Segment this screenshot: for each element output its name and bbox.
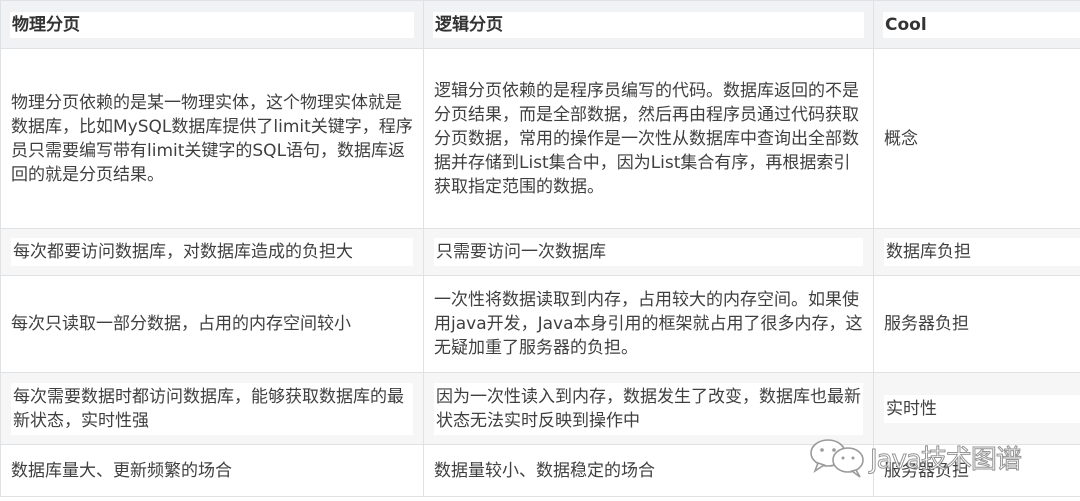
table-header-row: 物理分页 逻辑分页 Cool <box>0 0 1080 49</box>
table-row: 每次需要数据时都访问数据库，能够获取数据库的最新状态，实时性强 因为一次性读入到… <box>0 372 1080 445</box>
cell-aspect: 服务器负担 <box>873 275 1080 373</box>
table-row: 数据库量大、更新频繁的场合 数据量较小、数据稳定的场合 服务器负担 <box>0 444 1080 497</box>
cell-aspect: 数据库负担 <box>873 228 1080 276</box>
pagination-comparison-table: 物理分页 逻辑分页 Cool 物理分页依赖的是某一物理实体，这个物理实体就是数据… <box>0 0 1080 497</box>
cell-logical: 逻辑分页依赖的是程序员编写的代码。数据库返回的不是分页结果，而是全部数据，然后再… <box>423 48 874 229</box>
cell-aspect: 服务器负担 <box>873 444 1080 497</box>
cell-physical: 数据库量大、更新频繁的场合 <box>0 444 424 497</box>
cell-physical: 每次需要数据时都访问数据库，能够获取数据库的最新状态，实时性强 <box>0 372 424 445</box>
table-row: 每次都要访问数据库，对数据库造成的负担大 只需要访问一次数据库 数据库负担 <box>0 228 1080 276</box>
header-logical-pagination: 逻辑分页 <box>423 0 874 49</box>
cell-physical: 物理分页依赖的是某一物理实体，这个物理实体就是数据库，比如MySQL数据库提供了… <box>0 48 424 229</box>
cell-physical: 每次都要访问数据库，对数据库造成的负担大 <box>0 228 424 276</box>
cell-logical: 一次性将数据读取到内存，占用较大的内存空间。如果使用java开发，Java本身引… <box>423 275 874 373</box>
cell-logical: 只需要访问一次数据库 <box>423 228 874 276</box>
header-aspect: Cool <box>873 0 1080 49</box>
table-row: 每次只读取一部分数据，占用的内存空间较小 一次性将数据读取到内存，占用较大的内存… <box>0 275 1080 373</box>
cell-logical: 数据量较小、数据稳定的场合 <box>423 444 874 497</box>
header-physical-pagination: 物理分页 <box>0 0 424 49</box>
table-row: 物理分页依赖的是某一物理实体，这个物理实体就是数据库，比如MySQL数据库提供了… <box>0 48 1080 229</box>
cell-physical: 每次只读取一部分数据，占用的内存空间较小 <box>0 275 424 373</box>
cell-aspect: 概念 <box>873 48 1080 229</box>
cell-aspect: 实时性 <box>873 372 1080 445</box>
cell-logical: 因为一次性读入到内存，数据发生了改变，数据库也最新状态无法实时反映到操作中 <box>423 372 874 445</box>
